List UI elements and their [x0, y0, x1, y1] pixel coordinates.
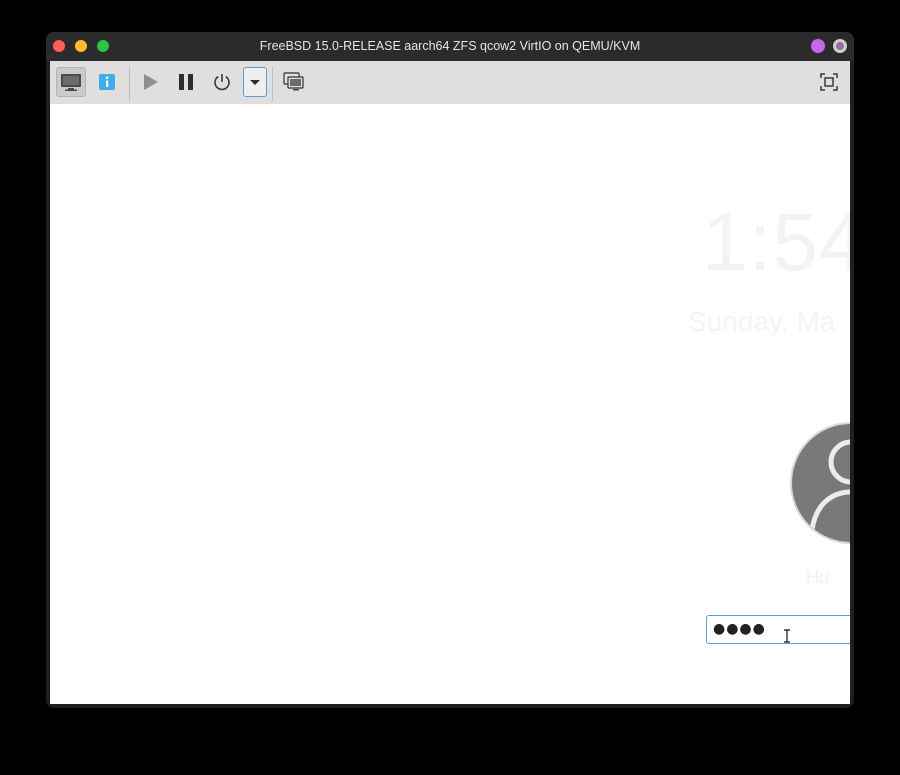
- power-icon: [214, 74, 230, 91]
- vm-console-display[interactable]: 1:54 Sunday, Ma Hu ●●●●: [50, 104, 850, 704]
- text-cursor-icon: [784, 629, 790, 643]
- pause-button[interactable]: [171, 67, 201, 97]
- lockscreen-username: Hu: [806, 567, 830, 587]
- vm-window: FreeBSD 15.0-RELEASE aarch64 ZFS qcow2 V…: [46, 32, 854, 708]
- fullscreen-icon: [820, 73, 838, 91]
- window-title: FreeBSD 15.0-RELEASE aarch64 ZFS qcow2 V…: [259, 39, 641, 53]
- snapshots-icon: [283, 72, 304, 91]
- shutdown-button[interactable]: [207, 67, 237, 97]
- monitor-icon: [61, 74, 81, 91]
- title-bar[interactable]: FreeBSD 15.0-RELEASE aarch64 ZFS qcow2 V…: [46, 32, 854, 61]
- lockscreen-date: Sunday, Ma: [688, 306, 836, 337]
- vm-toolbar: [50, 61, 850, 104]
- chevron-down-icon: [250, 80, 260, 85]
- shutdown-menu-button[interactable]: [243, 67, 267, 97]
- toolbar-separator: [272, 67, 273, 101]
- snapshots-button[interactable]: [279, 67, 309, 97]
- lockscreen-clock: 1:54: [702, 197, 850, 288]
- window-app-icon[interactable]: [833, 39, 847, 53]
- details-button[interactable]: [92, 67, 122, 97]
- user-avatar[interactable]: [790, 422, 850, 544]
- fullscreen-button[interactable]: [814, 67, 844, 97]
- info-icon: [99, 74, 115, 90]
- user-icon: [809, 439, 850, 531]
- play-icon: [144, 74, 158, 90]
- toolbar-separator: [129, 67, 130, 101]
- pause-icon: [179, 74, 193, 90]
- run-button[interactable]: [135, 67, 165, 97]
- password-input[interactable]: ●●●●: [706, 615, 850, 644]
- console-view-button[interactable]: [56, 67, 86, 97]
- window-menu-button[interactable]: [811, 39, 825, 53]
